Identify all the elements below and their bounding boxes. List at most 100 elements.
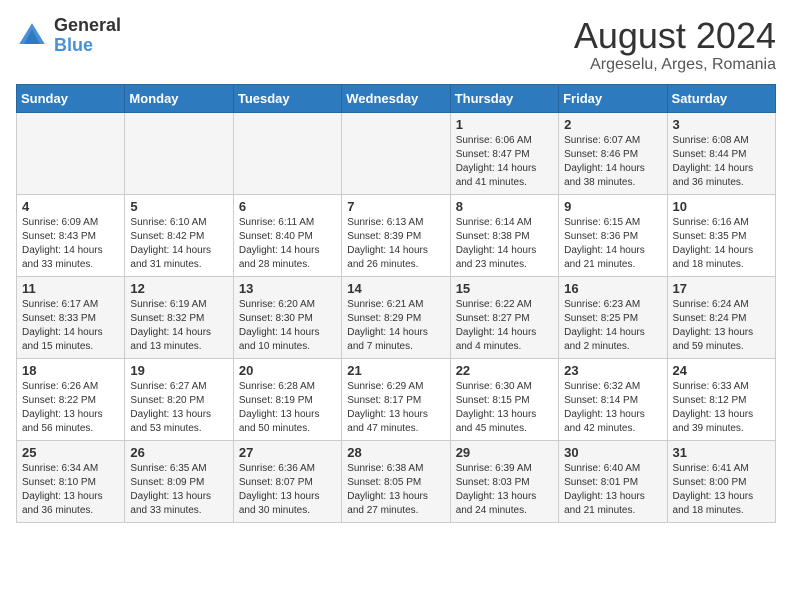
weekday-header-sunday: Sunday: [17, 84, 125, 112]
calendar-day-cell: 19 Sunrise: 6:27 AM Sunset: 8:20 PM Dayli…: [125, 358, 233, 440]
day-info: Sunrise: 6:14 AM Sunset: 8:38 PM Dayligh…: [456, 216, 553, 272]
day-info: Sunrise: 6:27 AM Sunset: 8:20 PM Dayligh…: [130, 380, 227, 436]
day-info: Sunrise: 6:22 AM Sunset: 8:27 PM Dayligh…: [456, 298, 553, 354]
day-number: 14: [347, 281, 444, 296]
calendar-day-cell: 25Sunrise: 6:34 AM Sunset: 8:10 PM Dayli…: [17, 440, 125, 522]
day-number: 18: [22, 363, 119, 378]
weekday-header-wednesday: Wednesday: [342, 84, 450, 112]
calendar-day-cell: 1Sunrise: 6:06 AM Sunset: 8:47 PM Daylig…: [450, 112, 558, 194]
day-info: Sunrise: 6:29 AM Sunset: 8:17 PM Dayligh…: [347, 380, 444, 436]
calendar-day-cell: 9Sunrise: 6:15 AM Sunset: 8:36 PM Daylig…: [559, 194, 667, 276]
day-info: Sunrise: 6:30 AM Sunset: 8:15 PM Dayligh…: [456, 380, 553, 436]
calendar-day-cell: 3 Sunrise: 6:08 AM Sunset: 8:44 PM Daylig…: [667, 112, 775, 194]
day-info: Sunrise: 6:17 AM Sunset: 8:33 PM Dayligh…: [22, 298, 119, 354]
logo-general-text: General: [54, 16, 121, 36]
calendar-day-cell: 6 Sunrise: 6:11 AM Sunset: 8:40 PM Daylig…: [233, 194, 341, 276]
calendar-day-cell: 22 Sunrise: 6:30 AM Sunset: 8:15 PM Dayli…: [450, 358, 558, 440]
weekday-header-monday: Monday: [125, 84, 233, 112]
day-info: Sunrise: 6:21 AM Sunset: 8:29 PM Dayligh…: [347, 298, 444, 354]
day-number: 4: [22, 199, 119, 214]
day-number: 30: [564, 445, 661, 460]
day-info: Sunrise: 6:10 AM Sunset: 8:42 PM Dayligh…: [130, 216, 227, 272]
day-info: Sunrise: 6:36 AM Sunset: 8:07 PM Dayligh…: [239, 462, 336, 518]
day-number: 28: [347, 445, 444, 460]
day-number: 3: [673, 117, 770, 132]
day-info: Sunrise: 6:33 AM Sunset: 8:12 PM Dayligh…: [673, 380, 770, 436]
day-info: Sunrise: 6:39 AM Sunset: 8:03 PM Dayligh…: [456, 462, 553, 518]
day-number: 15: [456, 281, 553, 296]
day-info: Sunrise: 6:08 AM Sunset: 8:44 PM Dayligh…: [673, 134, 770, 190]
calendar-day-cell: 7 Sunrise: 6:13 AM Sunset: 8:39 PM Daylig…: [342, 194, 450, 276]
day-number: 27: [239, 445, 336, 460]
logo-icon: [16, 20, 48, 52]
day-info: Sunrise: 6:34 AM Sunset: 8:10 PM Dayligh…: [22, 462, 119, 518]
day-info: Sunrise: 6:32 AM Sunset: 8:14 PM Dayligh…: [564, 380, 661, 436]
calendar-week-row: 11Sunrise: 6:17 AM Sunset: 8:33 PM Dayli…: [17, 276, 776, 358]
weekday-header-friday: Friday: [559, 84, 667, 112]
day-number: 5: [130, 199, 227, 214]
calendar-table: SundayMondayTuesdayWednesdayThursdayFrid…: [16, 84, 776, 523]
calendar-day-cell: 29Sunrise: 6:39 AM Sunset: 8:03 PM Dayli…: [450, 440, 558, 522]
day-number: 31: [673, 445, 770, 460]
calendar-day-cell: 8Sunrise: 6:14 AM Sunset: 8:38 PM Daylig…: [450, 194, 558, 276]
day-number: 2: [564, 117, 661, 132]
month-year-title: August 2024: [574, 16, 776, 56]
day-info: Sunrise: 6:24 AM Sunset: 8:24 PM Dayligh…: [673, 298, 770, 354]
calendar-day-cell: 20Sunrise: 6:28 AM Sunset: 8:19 PM Dayli…: [233, 358, 341, 440]
calendar-day-cell: [125, 112, 233, 194]
day-number: 6: [239, 199, 336, 214]
calendar-day-cell: 26 Sunrise: 6:35 AM Sunset: 8:09 PM Dayli…: [125, 440, 233, 522]
title-area: August 2024 Argeselu, Arges, Romania: [574, 16, 776, 74]
day-number: 24: [673, 363, 770, 378]
day-number: 19: [130, 363, 227, 378]
day-number: 13: [239, 281, 336, 296]
calendar-day-cell: 27 Sunrise: 6:36 AM Sunset: 8:07 PM Dayli…: [233, 440, 341, 522]
day-info: Sunrise: 6:26 AM Sunset: 8:22 PM Dayligh…: [22, 380, 119, 436]
day-info: Sunrise: 6:11 AM Sunset: 8:40 PM Dayligh…: [239, 216, 336, 272]
calendar-day-cell: 12 Sunrise: 6:19 AM Sunset: 8:32 PM Dayli…: [125, 276, 233, 358]
day-info: Sunrise: 6:06 AM Sunset: 8:47 PM Dayligh…: [456, 134, 553, 190]
day-info: Sunrise: 6:19 AM Sunset: 8:32 PM Dayligh…: [130, 298, 227, 354]
day-info: Sunrise: 6:07 AM Sunset: 8:46 PM Dayligh…: [564, 134, 661, 190]
calendar-day-cell: [17, 112, 125, 194]
weekday-header-thursday: Thursday: [450, 84, 558, 112]
day-number: 12: [130, 281, 227, 296]
calendar-week-row: 18 Sunrise: 6:26 AM Sunset: 8:22 PM Dayli…: [17, 358, 776, 440]
weekday-header-row: SundayMondayTuesdayWednesdayThursdayFrid…: [17, 84, 776, 112]
calendar-day-cell: [233, 112, 341, 194]
day-info: Sunrise: 6:38 AM Sunset: 8:05 PM Dayligh…: [347, 462, 444, 518]
calendar-day-cell: 4 Sunrise: 6:09 AM Sunset: 8:43 PM Daylig…: [17, 194, 125, 276]
calendar-day-cell: 16 Sunrise: 6:23 AM Sunset: 8:25 PM Dayli…: [559, 276, 667, 358]
calendar-day-cell: 17 Sunrise: 6:24 AM Sunset: 8:24 PM Dayli…: [667, 276, 775, 358]
logo-text: General Blue: [54, 16, 121, 56]
calendar-day-cell: 11Sunrise: 6:17 AM Sunset: 8:33 PM Dayli…: [17, 276, 125, 358]
day-number: 16: [564, 281, 661, 296]
day-info: Sunrise: 6:13 AM Sunset: 8:39 PM Dayligh…: [347, 216, 444, 272]
weekday-header-saturday: Saturday: [667, 84, 775, 112]
logo-blue-text: Blue: [54, 36, 121, 56]
logo: General Blue: [16, 16, 121, 56]
weekday-header-tuesday: Tuesday: [233, 84, 341, 112]
day-number: 10: [673, 199, 770, 214]
calendar-week-row: 1Sunrise: 6:06 AM Sunset: 8:47 PM Daylig…: [17, 112, 776, 194]
day-info: Sunrise: 6:09 AM Sunset: 8:43 PM Dayligh…: [22, 216, 119, 272]
day-number: 17: [673, 281, 770, 296]
calendar-body: 1Sunrise: 6:06 AM Sunset: 8:47 PM Daylig…: [17, 112, 776, 522]
day-info: Sunrise: 6:23 AM Sunset: 8:25 PM Dayligh…: [564, 298, 661, 354]
day-number: 7: [347, 199, 444, 214]
day-info: Sunrise: 6:40 AM Sunset: 8:01 PM Dayligh…: [564, 462, 661, 518]
calendar-week-row: 25Sunrise: 6:34 AM Sunset: 8:10 PM Dayli…: [17, 440, 776, 522]
day-number: 9: [564, 199, 661, 214]
day-info: Sunrise: 6:35 AM Sunset: 8:09 PM Dayligh…: [130, 462, 227, 518]
calendar-day-cell: 10Sunrise: 6:16 AM Sunset: 8:35 PM Dayli…: [667, 194, 775, 276]
page-header: General Blue August 2024 Argeselu, Arges…: [16, 16, 776, 74]
location-label: Argeselu, Arges, Romania: [574, 56, 776, 74]
day-number: 26: [130, 445, 227, 460]
day-number: 22: [456, 363, 553, 378]
calendar-day-cell: 15 Sunrise: 6:22 AM Sunset: 8:27 PM Dayli…: [450, 276, 558, 358]
calendar-day-cell: 18 Sunrise: 6:26 AM Sunset: 8:22 PM Dayli…: [17, 358, 125, 440]
day-info: Sunrise: 6:41 AM Sunset: 8:00 PM Dayligh…: [673, 462, 770, 518]
calendar-day-cell: 2 Sunrise: 6:07 AM Sunset: 8:46 PM Daylig…: [559, 112, 667, 194]
calendar-day-cell: 31 Sunrise: 6:41 AM Sunset: 8:00 PM Dayli…: [667, 440, 775, 522]
calendar-day-cell: 24 Sunrise: 6:33 AM Sunset: 8:12 PM Dayli…: [667, 358, 775, 440]
